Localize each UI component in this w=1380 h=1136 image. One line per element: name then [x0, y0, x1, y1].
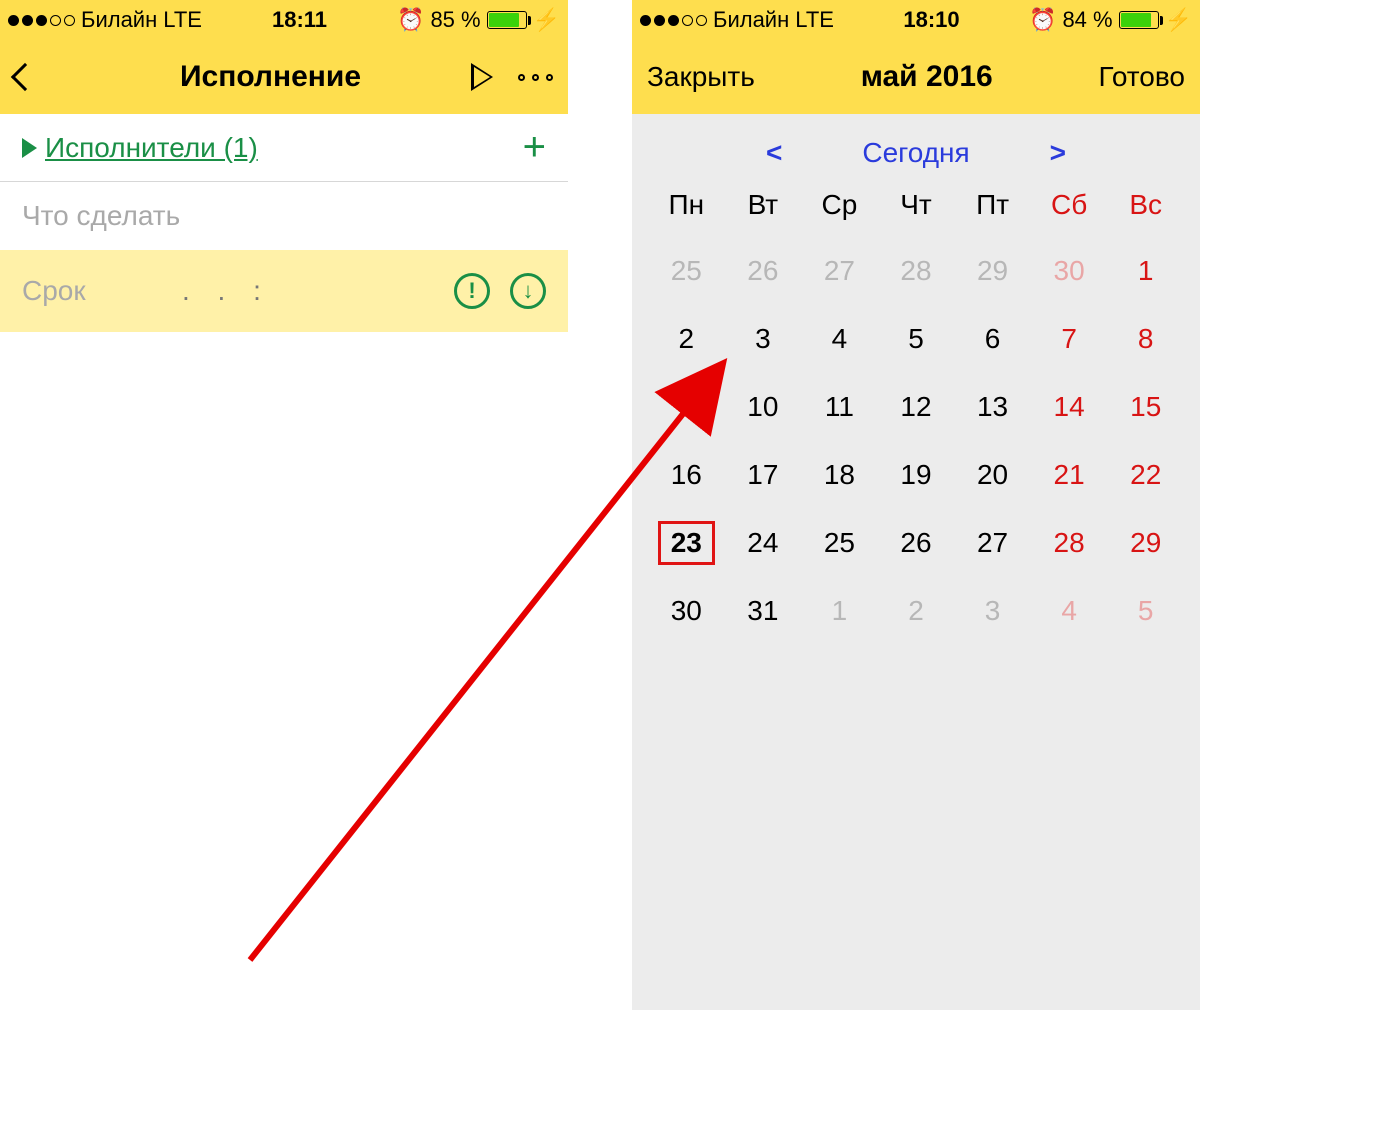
- clock-label: 18:11: [272, 7, 327, 33]
- calendar-day[interactable]: 10: [727, 385, 800, 429]
- calendar-day[interactable]: 30: [650, 589, 723, 633]
- back-button[interactable]: [15, 67, 70, 87]
- what-to-do-input[interactable]: Что сделать: [0, 182, 568, 250]
- add-executor-button[interactable]: +: [523, 125, 546, 170]
- signal-icon: [8, 15, 75, 26]
- calendar-day[interactable]: 27: [803, 249, 876, 293]
- calendar-day[interactable]: 3: [956, 589, 1029, 633]
- signal-icon: [640, 15, 707, 26]
- deadline-input[interactable]: . . :: [182, 275, 454, 307]
- calendar-grid: ПнВтСрЧтПтСбВс25262728293012345678910111…: [650, 189, 1182, 633]
- charging-icon: ⚡: [1165, 7, 1192, 33]
- left-phone: Билайн LTE 18:11 ⏰ 85 % ⚡ Исполнение Исп…: [0, 0, 568, 1010]
- close-button[interactable]: Закрыть: [647, 61, 755, 93]
- calendar-day[interactable]: 27: [956, 521, 1029, 565]
- right-phone: Билайн LTE 18:10 ⏰ 84 % ⚡ Закрыть май 20…: [632, 0, 1200, 1010]
- calendar-day[interactable]: 1: [1109, 249, 1182, 293]
- calendar-day[interactable]: 4: [1033, 589, 1106, 633]
- carrier-label: Билайн: [713, 7, 789, 33]
- calendar-day[interactable]: 14: [1033, 385, 1106, 429]
- play-icon[interactable]: [471, 63, 493, 91]
- calendar-day[interactable]: 8: [1109, 317, 1182, 361]
- today-nav: < Сегодня >: [650, 129, 1182, 189]
- status-bar: Билайн LTE 18:11 ⏰ 85 % ⚡: [0, 0, 568, 40]
- calendar-day[interactable]: 7: [1033, 317, 1106, 361]
- triangle-right-icon: [22, 138, 37, 158]
- dow-header: Пн: [650, 189, 723, 225]
- calendar-day[interactable]: 18: [803, 453, 876, 497]
- calendar-day[interactable]: 13: [956, 385, 1029, 429]
- calendar-day[interactable]: 5: [880, 317, 953, 361]
- clock-label: 18:10: [903, 7, 959, 33]
- dow-header: Сб: [1033, 189, 1106, 225]
- status-bar: Билайн LTE 18:10 ⏰ 84 % ⚡: [632, 0, 1200, 40]
- executors-row[interactable]: Исполнители (1) +: [0, 114, 568, 182]
- month-title: май 2016: [755, 60, 1099, 94]
- network-label: LTE: [795, 7, 834, 33]
- nav-bar: Исполнение: [0, 40, 568, 114]
- dow-header: Ср: [803, 189, 876, 225]
- executors-label: Исполнители (1): [45, 132, 258, 164]
- calendar-day[interactable]: 17: [727, 453, 800, 497]
- calendar-day[interactable]: 2: [650, 317, 723, 361]
- calendar-day[interactable]: 12: [880, 385, 953, 429]
- dow-header: Вт: [727, 189, 800, 225]
- dow-header: Чт: [880, 189, 953, 225]
- alarm-icon: ⏰: [397, 7, 424, 33]
- next-month-button[interactable]: >: [1050, 137, 1066, 169]
- calendar-day[interactable]: 5: [1109, 589, 1182, 633]
- battery-percent: 84 %: [1062, 7, 1112, 33]
- calendar-day[interactable]: 9: [650, 385, 723, 429]
- calendar-day[interactable]: 15: [1109, 385, 1182, 429]
- calendar-day[interactable]: 20: [956, 453, 1029, 497]
- battery-icon: [487, 11, 527, 29]
- calendar-day[interactable]: 25: [650, 249, 723, 293]
- calendar-day[interactable]: 28: [1033, 521, 1106, 565]
- calendar-day[interactable]: 31: [727, 589, 800, 633]
- done-button[interactable]: Готово: [1099, 61, 1185, 93]
- calendar-day[interactable]: 22: [1109, 453, 1182, 497]
- alarm-icon: ⏰: [1029, 7, 1056, 33]
- calendar-day[interactable]: 1: [803, 589, 876, 633]
- calendar-day[interactable]: 29: [1109, 521, 1182, 565]
- battery-icon: [1119, 11, 1159, 29]
- today-button[interactable]: Сегодня: [862, 137, 969, 169]
- calendar-day[interactable]: 2: [880, 589, 953, 633]
- priority-button[interactable]: !: [454, 273, 490, 309]
- more-button[interactable]: [518, 74, 553, 81]
- nav-bar: Закрыть май 2016 Готово: [632, 40, 1200, 114]
- calendar-day[interactable]: 3: [727, 317, 800, 361]
- calendar-day[interactable]: 30: [1033, 249, 1106, 293]
- dow-header: Пт: [956, 189, 1029, 225]
- download-button[interactable]: ↓: [510, 273, 546, 309]
- calendar-day[interactable]: 21: [1033, 453, 1106, 497]
- prev-month-button[interactable]: <: [766, 137, 782, 169]
- deadline-bar: Срок . . : ! ↓: [0, 250, 568, 332]
- carrier-label: Билайн: [81, 7, 157, 33]
- calendar-day[interactable]: 19: [880, 453, 953, 497]
- calendar-day[interactable]: 6: [956, 317, 1029, 361]
- calendar-body: < Сегодня > ПнВтСрЧтПтСбВс25262728293012…: [632, 114, 1200, 1010]
- calendar-day[interactable]: 11: [803, 385, 876, 429]
- page-title: Исполнение: [70, 60, 471, 94]
- calendar-day[interactable]: 24: [727, 521, 800, 565]
- calendar-day[interactable]: 16: [650, 453, 723, 497]
- calendar-day[interactable]: 26: [880, 521, 953, 565]
- deadline-label: Срок: [22, 275, 182, 307]
- chevron-left-icon: [11, 63, 39, 91]
- calendar-day[interactable]: 29: [956, 249, 1029, 293]
- network-label: LTE: [163, 7, 202, 33]
- dow-header: Вс: [1109, 189, 1182, 225]
- charging-icon: ⚡: [533, 7, 560, 33]
- calendar-day[interactable]: 26: [727, 249, 800, 293]
- battery-percent: 85 %: [430, 7, 480, 33]
- calendar-day[interactable]: 28: [880, 249, 953, 293]
- calendar-day[interactable]: 4: [803, 317, 876, 361]
- calendar-day[interactable]: 23: [658, 521, 715, 565]
- calendar-day[interactable]: 25: [803, 521, 876, 565]
